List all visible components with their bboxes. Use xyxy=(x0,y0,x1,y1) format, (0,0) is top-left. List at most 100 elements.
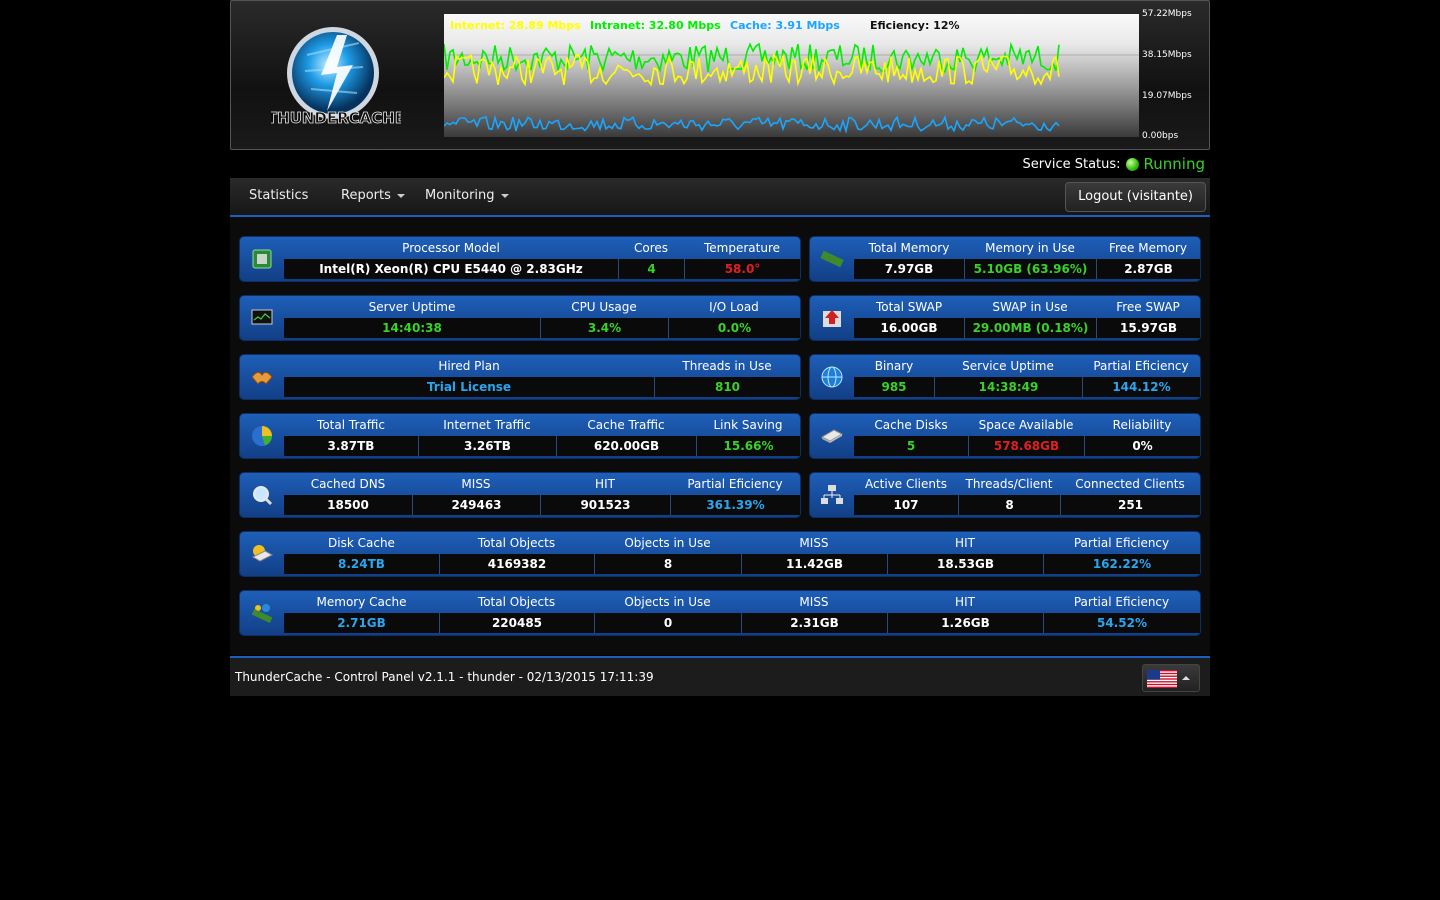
threads-per-client-value: 8 xyxy=(958,495,1060,515)
dns-card: Cached DNS 18500 MISS 249463 HIT 901523 Par… xyxy=(240,473,800,517)
binary-value: 985 xyxy=(854,377,934,397)
y-tick-label: 38.15Mbps xyxy=(1142,50,1192,60)
col-header: CPU Usage xyxy=(571,300,637,314)
swap-card: Total SWAP 16.00GB SWAP in Use 29.00MB (0.… xyxy=(810,296,1200,340)
hard-disk-icon xyxy=(810,414,854,458)
col-header: Total Memory xyxy=(868,241,950,255)
io-load-value: 0.0% xyxy=(668,318,800,338)
col-header: Reliability xyxy=(1112,418,1172,432)
col-header: Connected Clients xyxy=(1075,477,1185,491)
col-header: Total SWAP xyxy=(875,300,943,314)
service-status-value: Running xyxy=(1143,155,1205,173)
y-tick-label: 19.07Mbps xyxy=(1142,91,1192,101)
handshake-icon xyxy=(240,355,284,399)
memory-cache-icon xyxy=(240,591,284,635)
y-tick-label: 57.22Mbps xyxy=(1142,9,1192,19)
us-flag-icon xyxy=(1147,670,1177,688)
logout-button[interactable]: Logout (visitante) xyxy=(1065,182,1206,212)
cached-dns-value: 18500 xyxy=(284,495,412,515)
col-header: I/O Load xyxy=(709,300,759,314)
svg-text:THUNDERCACHE: THUNDERCACHE xyxy=(271,109,401,127)
plan-card: Hired Plan Trial License Threads in Use 81… xyxy=(240,355,800,399)
intranet-series-line xyxy=(444,41,1060,73)
col-header: Active Clients xyxy=(865,477,947,491)
language-selector[interactable] xyxy=(1142,664,1200,692)
uptime-card: Server Uptime 14:40:38 CPU Usage 3.4% I/O … xyxy=(240,296,800,340)
chevron-down-icon xyxy=(396,193,405,198)
globe-icon xyxy=(810,355,854,399)
nav-monitoring[interactable]: Monitoring xyxy=(425,188,509,203)
total-traffic-value: 3.87TB xyxy=(284,436,418,456)
col-header: HIT xyxy=(595,477,615,491)
col-header: Objects in Use xyxy=(624,536,711,550)
col-header: Memory in Use xyxy=(985,241,1075,255)
col-header: SWAP in Use xyxy=(992,300,1068,314)
col-header: Memory Cache xyxy=(316,595,407,609)
active-clients-value: 107 xyxy=(854,495,958,515)
mem-efficiency-value: 54.52% xyxy=(1043,613,1200,633)
free-memory-value: 2.87GB xyxy=(1096,259,1200,279)
col-header: Total Traffic xyxy=(317,418,385,432)
connected-clients-value: 251 xyxy=(1060,495,1200,515)
legend-internet: Internet: 28.89 Mbps xyxy=(450,19,581,32)
nav-reports-label: Reports xyxy=(341,188,391,203)
col-header: Partial Eficiency xyxy=(1093,359,1189,373)
dns-efficiency-value: 361.39% xyxy=(670,495,800,515)
col-header: Cache Traffic xyxy=(587,418,665,432)
cache-disks-value: 5 xyxy=(854,436,968,456)
cpu-chip-icon xyxy=(240,237,284,281)
monitor-graph-icon xyxy=(240,296,284,340)
col-header: Total Objects xyxy=(477,536,556,550)
status-indicator-icon xyxy=(1125,157,1139,171)
legend-cache: Cache: 3.91 Mbps xyxy=(730,19,840,32)
col-header: HIT xyxy=(955,536,975,550)
dns-search-icon xyxy=(240,473,284,517)
stats-panel: Processor Model Intel(R) Xeon(R) CPU E544… xyxy=(230,217,1210,655)
threads-in-use-value: 810 xyxy=(654,377,800,397)
col-header: Partial Eficiency xyxy=(1073,536,1170,550)
chevron-down-icon xyxy=(500,193,509,198)
col-header: MISS xyxy=(799,536,829,550)
col-header: Threads in Use xyxy=(682,359,772,373)
col-header: Cached DNS xyxy=(310,477,386,491)
col-header: Cache Disks xyxy=(874,418,948,432)
disk-cache-card: Disk Cache 8.24TB Total Objects 4169382 Ob… xyxy=(240,532,1200,576)
hired-plan-value[interactable]: Trial License xyxy=(284,377,654,397)
legend-intranet: Intranet: 32.80 Mbps xyxy=(590,19,721,32)
memory-cache-card: Memory Cache 2.71GB Total Objects 220485 O… xyxy=(240,591,1200,635)
partial-efficiency-value: 144.12% xyxy=(1082,377,1200,397)
col-header: Space Available xyxy=(978,418,1074,432)
col-header: Objects in Use xyxy=(624,595,711,609)
mem-objects-in-use-value: 0 xyxy=(594,613,741,633)
col-header: Disk Cache xyxy=(328,536,395,550)
internet-series-line xyxy=(444,52,1060,87)
memory-in-use-value: 5.10GB (63.96%) xyxy=(964,259,1096,279)
header-banner: THUNDERCACHE Internet: 28.89 Mbps Intran… xyxy=(230,0,1210,150)
free-swap-value: 15.97GB xyxy=(1096,318,1200,338)
footer-version-text: ThunderCache - Control Panel v2.1.1 - th… xyxy=(235,670,654,684)
disks-card: Cache Disks 5 Space Available 578.68GB Rel… xyxy=(810,414,1200,458)
service-status-label: Service Status: xyxy=(1022,156,1121,172)
disk-miss-value: 11.42GB xyxy=(741,554,887,574)
memory-cache-value: 2.71GB xyxy=(284,613,439,633)
col-header: Threads/Client xyxy=(965,477,1053,491)
nav-reports[interactable]: Reports xyxy=(341,188,405,203)
mem-miss-value: 2.31GB xyxy=(741,613,887,633)
disk-cache-icon xyxy=(240,532,284,576)
internet-traffic-value: 3.26TB xyxy=(418,436,556,456)
mem-total-objects-value: 220485 xyxy=(439,613,594,633)
disk-cache-value: 8.24TB xyxy=(284,554,439,574)
service-status: Service Status: Running xyxy=(1023,155,1205,173)
dns-hit-value: 901523 xyxy=(540,495,670,515)
col-header: Service Uptime xyxy=(962,359,1054,373)
clients-card: Active Clients 107 Threads/Client 8 Connec… xyxy=(810,473,1200,517)
col-header: Temperature xyxy=(703,241,780,255)
processor-model-value: Intel(R) Xeon(R) CPU E5440 @ 2.83GHz xyxy=(284,259,618,279)
mem-hit-value: 1.26GB xyxy=(887,613,1043,633)
disk-hit-value: 18.53GB xyxy=(887,554,1043,574)
col-header: Cores xyxy=(633,241,669,255)
col-header: Server Uptime xyxy=(368,300,456,314)
disk-total-objects-value: 4169382 xyxy=(439,554,594,574)
cores-value: 4 xyxy=(618,259,684,279)
nav-statistics[interactable]: Statistics xyxy=(249,188,308,203)
